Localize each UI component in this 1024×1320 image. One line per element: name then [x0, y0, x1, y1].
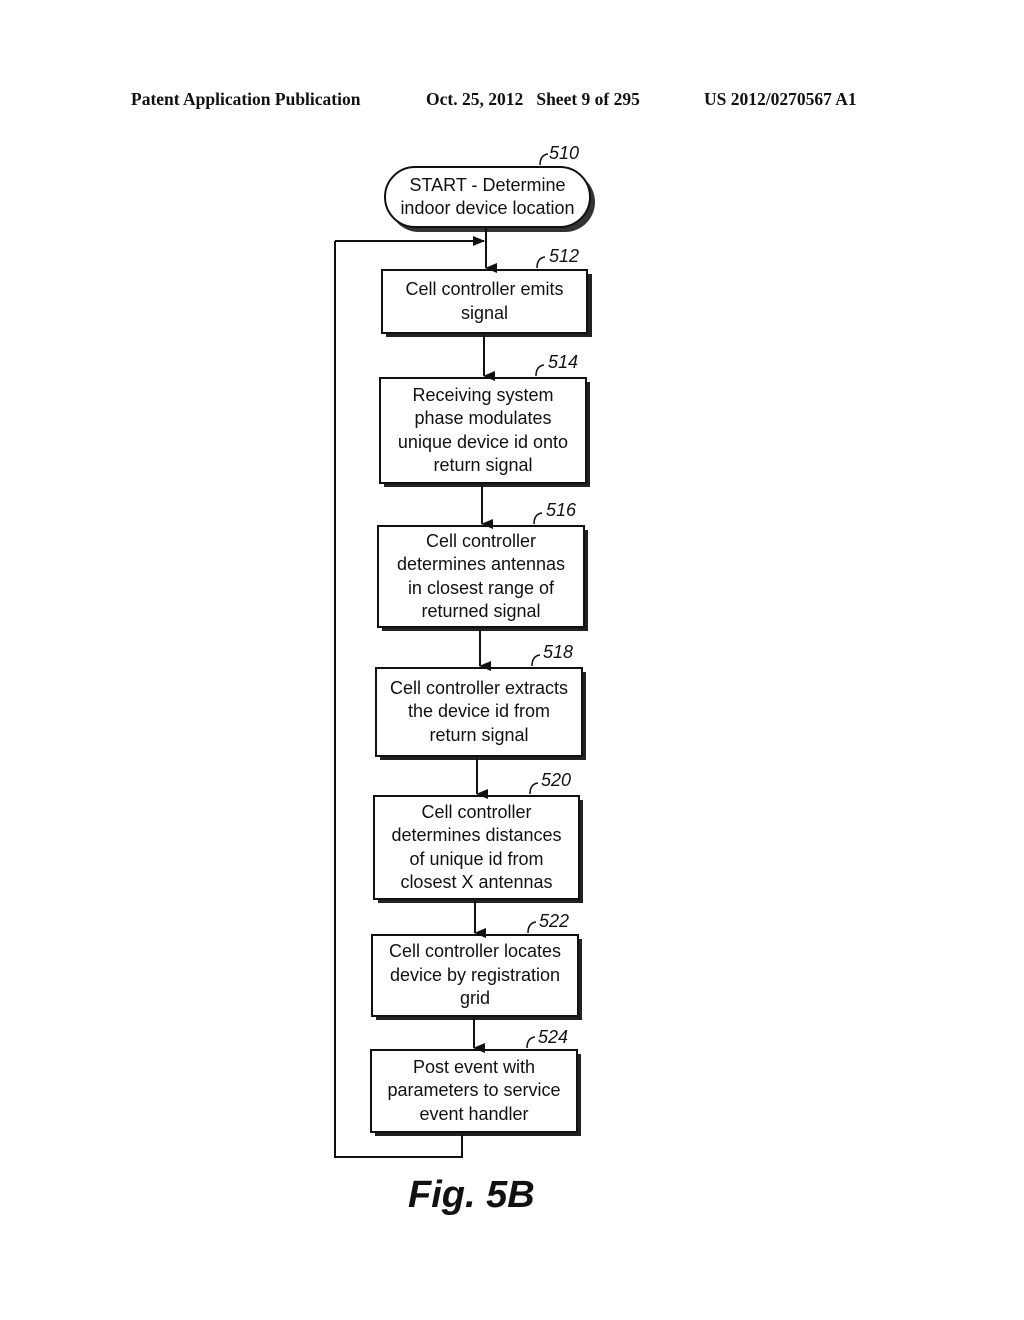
step-514-line-2: phase modulates: [414, 408, 552, 428]
step-522-line-1: Cell controller locates: [388, 941, 562, 962]
step-516-line-4: returned signal: [421, 601, 541, 621]
step-524-line-3: event handler: [419, 1103, 529, 1124]
step-520-line-2: determines distances: [391, 825, 562, 845]
step-514-line-3: unique device id onto: [397, 431, 569, 452]
ref-520: 520: [541, 770, 572, 790]
step-514: Receiving system phase modulates unique …: [380, 380, 586, 481]
step-520: Cell controller determines distances of …: [374, 798, 579, 897]
start-node-text: START - Determine indoor device location: [385, 169, 590, 225]
step-518-line-2: the device id from: [407, 701, 551, 722]
step-516-line-2: determines antennas: [396, 554, 566, 574]
step-518: Cell controller extracts the device id f…: [376, 670, 582, 754]
figure-label: Fig. 5B: [408, 1174, 535, 1216]
ref-510: 510: [549, 143, 580, 163]
step-518-line-1: Cell controller extracts: [389, 677, 569, 698]
step-520-line-4: closest X antennas: [400, 872, 553, 892]
step-522-line-3: grid: [459, 988, 490, 1009]
step-524-line-1: Post event with: [412, 1056, 536, 1077]
step-516-line-3: in closest range of: [407, 577, 555, 598]
step-514-line-1: Receiving system: [412, 384, 554, 405]
start-line-1: START - Determine: [409, 174, 566, 195]
step-512: Cell controller emits signal: [382, 272, 587, 331]
step-524-line-2: parameters to service: [387, 1080, 561, 1101]
step-514-line-4: return signal: [433, 455, 533, 475]
step-516: Cell controller determines antennas in c…: [378, 528, 584, 625]
ref-516: 516: [546, 500, 577, 520]
ref-522: 522: [539, 911, 570, 931]
step-522: Cell controller locates device by regist…: [372, 937, 578, 1014]
ref-512: 512: [549, 246, 580, 266]
step-520-line-1: Cell controller: [421, 801, 532, 822]
step-518-line-3: return signal: [429, 724, 529, 745]
start-line-2: indoor device location: [400, 198, 575, 218]
step-516-line-1: Cell controller: [425, 530, 537, 551]
ref-518: 518: [543, 642, 574, 662]
step-522-line-2: device by registration: [389, 964, 561, 985]
step-520-line-3: of unique id from: [409, 848, 544, 869]
ref-524: 524: [538, 1027, 569, 1047]
ref-514: 514: [548, 352, 579, 372]
step-512-line-1: Cell controller emits: [405, 279, 564, 299]
step-512-line-2: signal: [460, 302, 508, 323]
step-524: Post event with parameters to service ev…: [371, 1052, 577, 1130]
